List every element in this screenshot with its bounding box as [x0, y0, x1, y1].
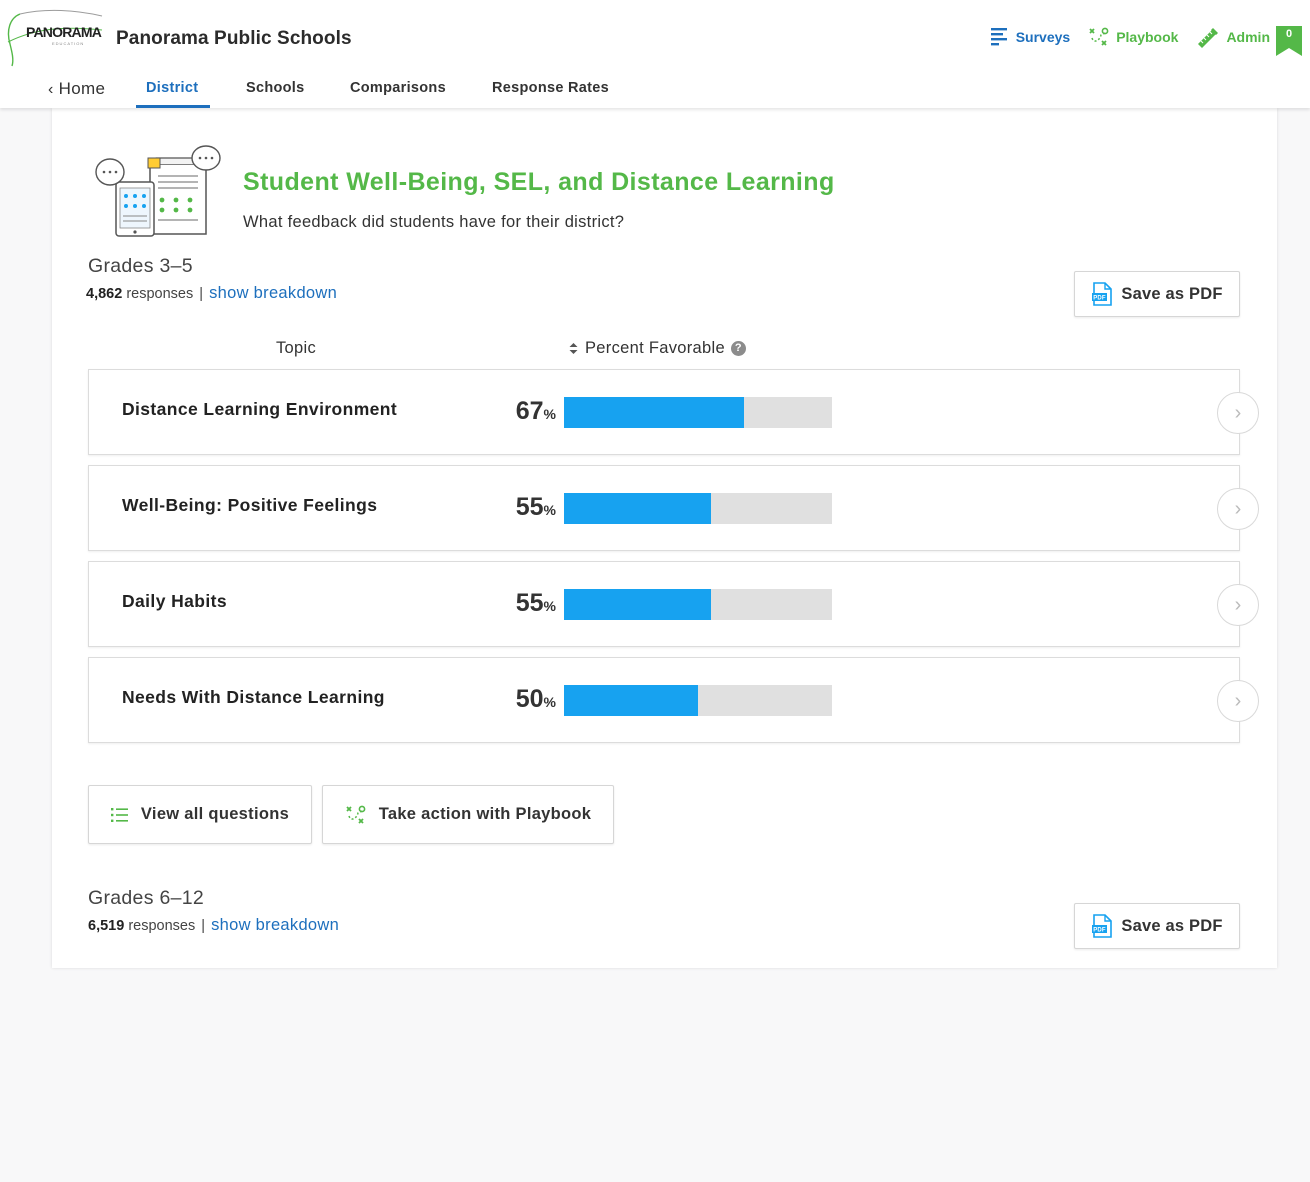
active-tab-indicator [136, 105, 210, 108]
percent-number: 67 [515, 397, 544, 425]
grade-heading: Grades 6–12 [88, 887, 205, 909]
favorable-bar [564, 493, 832, 524]
logo-wordmark: PANORAMA [26, 24, 102, 40]
chevron-left-icon: ‹ [48, 81, 54, 98]
save-pdf-button[interactable]: PDF Save as PDF [1074, 903, 1240, 949]
separator: | [201, 918, 206, 934]
main-nav: ‹ Home District Schools Comparisons Resp… [0, 70, 1310, 108]
tab-comparisons[interactable]: Comparisons [350, 80, 446, 96]
chevron-right-icon[interactable]: › [1217, 680, 1259, 722]
playbook-icon [346, 805, 366, 824]
home-label: Home [58, 79, 106, 98]
topic-name: Daily Habits [122, 591, 227, 611]
topic-row[interactable]: Distance Learning Environment 67% › [88, 369, 1259, 455]
separator: | [199, 286, 204, 302]
playbook-icon [1089, 27, 1109, 46]
pdf-file-icon: PDF [1092, 282, 1113, 306]
pdf-file-icon: PDF [1092, 914, 1113, 938]
help-icon[interactable]: ? [730, 341, 746, 356]
list-icon [110, 807, 128, 822]
response-summary: 4,862 responses | show breakdown [86, 284, 337, 303]
response-count: 6,519 [88, 918, 125, 934]
percent-symbol: % [543, 598, 556, 614]
responses-label: responses [126, 286, 194, 302]
percent-favorable-header[interactable]: Percent Favorable ? [568, 339, 746, 358]
playbook-label: Playbook [1116, 29, 1179, 45]
chevron-right-icon[interactable]: › [1217, 488, 1259, 530]
percent-symbol: % [543, 694, 556, 710]
view-all-questions-button[interactable]: View all questions [88, 785, 312, 844]
favorable-bar-fill [564, 493, 712, 524]
percent-favorable-label: Percent Favorable [585, 339, 725, 357]
percent-number: 50 [515, 685, 544, 713]
show-breakdown-link[interactable]: show breakdown [209, 284, 337, 302]
top-header: PANORAMA EDUCATION Panorama Public Schoo… [0, 0, 1310, 108]
response-count: 4,862 [86, 286, 123, 302]
home-link[interactable]: ‹ Home [48, 79, 105, 99]
percent-symbol: % [543, 502, 556, 518]
percent-value: 50% [516, 685, 556, 714]
favorable-bar [564, 397, 832, 428]
view-all-questions-label: View all questions [140, 805, 290, 823]
favorable-bar-fill [564, 397, 744, 428]
notification-count: 0 [1285, 28, 1293, 40]
favorable-bar-fill [564, 685, 698, 716]
svg-text:PDF: PDF [1094, 928, 1107, 934]
take-action-playbook-button[interactable]: Take action with Playbook [322, 785, 614, 844]
tab-schools[interactable]: Schools [246, 80, 305, 96]
tab-district[interactable]: District [146, 80, 198, 96]
tab-response-rates[interactable]: Response Rates [492, 80, 609, 96]
playbook-link[interactable]: Playbook [1088, 26, 1178, 48]
top-links: Surveys Playbook Admin [990, 26, 1270, 48]
survey-title: Student Well-Being, SEL, and Distance Le… [243, 168, 835, 196]
topic-column-header: Topic [276, 339, 317, 357]
logo-subtext: EDUCATION [52, 41, 85, 46]
topic-name: Well-Being: Positive Feelings [122, 495, 378, 515]
chevron-right-icon[interactable]: › [1217, 584, 1259, 626]
take-action-playbook-label: Take action with Playbook [378, 805, 592, 823]
admin-label: Admin [1226, 29, 1270, 45]
percent-number: 55 [515, 493, 544, 521]
favorable-bar-fill [564, 589, 712, 620]
show-breakdown-link[interactable]: show breakdown [211, 916, 339, 934]
save-pdf-button[interactable]: PDF Save as PDF [1074, 271, 1240, 317]
panorama-logo[interactable]: PANORAMA EDUCATION [6, 8, 106, 68]
sort-icon [569, 343, 578, 354]
topic-row[interactable]: Well-Being: Positive Feelings 55% › [88, 465, 1259, 551]
responses-label: responses [128, 918, 196, 934]
organization-name: Panorama Public Schools [116, 28, 352, 49]
percent-number: 55 [515, 589, 544, 617]
grade-heading: Grades 3–5 [88, 255, 193, 277]
surveys-label: Surveys [1015, 29, 1071, 45]
survey-illustration-icon [95, 145, 221, 237]
chevron-right-icon[interactable]: › [1217, 392, 1259, 434]
bars-icon [990, 28, 1007, 46]
svg-text:PDF: PDF [1094, 296, 1107, 302]
topic-row[interactable]: Needs With Distance Learning 50% › [88, 657, 1259, 743]
topic-name: Distance Learning Environment [122, 399, 398, 419]
survey-subtitle: What feedback did students have for thei… [243, 213, 625, 231]
topic-row[interactable]: Daily Habits 55% › [88, 561, 1259, 647]
percent-value: 55% [516, 493, 556, 522]
percent-symbol: % [543, 406, 556, 422]
save-pdf-label: Save as PDF [1121, 916, 1223, 935]
topic-name: Needs With Distance Learning [122, 687, 385, 707]
ruler-pencil-icon [1198, 28, 1219, 48]
favorable-bar [564, 589, 832, 620]
surveys-link[interactable]: Surveys [990, 26, 1070, 48]
percent-value: 67% [516, 397, 556, 426]
admin-link[interactable]: Admin [1196, 26, 1270, 48]
save-pdf-label: Save as PDF [1121, 284, 1223, 303]
favorable-bar [564, 685, 832, 716]
survey-card: Student Well-Being, SEL, and Distance Le… [52, 108, 1277, 968]
response-summary: 6,519 responses | show breakdown [88, 916, 339, 935]
percent-value: 55% [516, 589, 556, 618]
